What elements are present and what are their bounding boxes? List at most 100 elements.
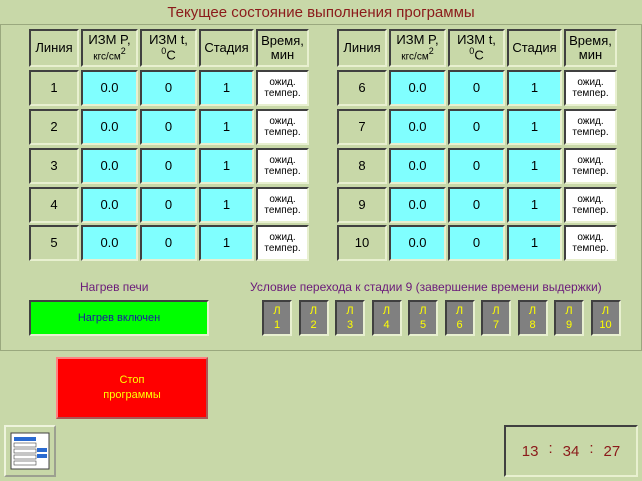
line-number: 8 (358, 157, 366, 173)
header-time-label: Время, (569, 32, 612, 48)
line-condition-lamp: Л 10 (590, 300, 621, 336)
line-number: 3 (50, 157, 58, 173)
pressure-value-cell: 0.0 (389, 187, 446, 223)
heating-status: Нагрев включен (29, 300, 209, 336)
clock-separator-1: : (548, 439, 553, 457)
header-line: Линия (337, 29, 387, 67)
temperature-value: 0 (472, 79, 481, 95)
lamp-prefix: Л (419, 305, 427, 317)
time-value: ожид. темпер. (572, 116, 609, 138)
clock-seconds: 27 (603, 442, 621, 460)
line-number-cell: 7 (337, 109, 387, 145)
pressure-value: 0.0 (408, 118, 427, 134)
header-stage-label: Стадия (512, 39, 557, 55)
stage-value-cell: 1 (507, 70, 562, 106)
temperature-value: 0 (472, 157, 481, 173)
lamp-prefix: Л (309, 305, 318, 317)
stop-program-button[interactable]: Стоп программы (56, 357, 208, 419)
time-value: ожид. темпер. (264, 232, 301, 254)
stage-value-cell: 1 (199, 225, 254, 261)
clock-minutes: 34 (562, 442, 580, 460)
time-value: ожид. темпер. (264, 116, 301, 138)
line-condition-lamp: Л5 (408, 300, 438, 336)
header-time: Время, мин (256, 29, 309, 67)
lamp-number: 7 (492, 319, 500, 331)
header-temperature-label: ИЗМ t, (149, 32, 188, 48)
menu-button[interactable] (4, 425, 56, 477)
temperature-value: 0 (164, 234, 173, 250)
temperature-value: 0 (472, 196, 481, 212)
header-line: Линия (29, 29, 79, 67)
header-time: Время, мин (564, 29, 617, 67)
line-number: 10 (354, 234, 370, 250)
header-pressure-unit: кгс/см (93, 51, 121, 63)
temperature-value-cell: 0 (448, 148, 505, 184)
lamp-number: 4 (383, 319, 390, 331)
stage-value-cell: 1 (199, 109, 254, 145)
stop-button-line1: Стоп (119, 373, 145, 386)
time-value-cell: ожид. темпер. (256, 148, 309, 184)
stage-value-cell: 1 (199, 148, 254, 184)
line-condition-lamp: Л8 (517, 300, 548, 336)
temperature-value-cell: 0 (140, 225, 197, 261)
pressure-value: 0.0 (100, 234, 119, 250)
lamp-prefix: Л (455, 305, 464, 317)
stage-value: 1 (530, 79, 539, 95)
time-value-cell: ожид. темпер. (256, 109, 309, 145)
lamp-prefix: Л (346, 305, 354, 317)
line-number-cell: 6 (337, 70, 387, 106)
line-number-cell: 9 (337, 187, 387, 223)
stage-value: 1 (530, 118, 539, 134)
line-number: 6 (358, 79, 366, 95)
time-value-cell: ожид. темпер. (256, 187, 309, 223)
pressure-value-cell: 0.0 (81, 109, 138, 145)
stage-value: 1 (530, 196, 539, 212)
lamp-prefix: Л (528, 305, 537, 317)
stage-value: 1 (530, 157, 539, 173)
line-condition-lamp: Л7 (481, 300, 511, 336)
temperature-value: 0 (472, 118, 481, 134)
header-stage: Стадия (199, 29, 254, 67)
line-number: 4 (50, 196, 58, 212)
stage-value: 1 (222, 196, 231, 212)
line-condition-lamp: Л1 (262, 300, 292, 336)
pressure-value-cell: 0.0 (81, 187, 138, 223)
line-number-cell: 3 (29, 148, 79, 184)
lamp-number: 1 (273, 319, 281, 331)
header-temperature-unit: С (166, 47, 176, 63)
header-pressure-label: ИЗМ P, (396, 32, 439, 48)
pressure-value-cell: 0.0 (389, 70, 446, 106)
clock-hours: 13 (521, 442, 539, 460)
line-number-cell: 4 (29, 187, 79, 223)
stage-value: 1 (222, 118, 231, 134)
lamp-prefix: Л (492, 305, 500, 317)
temperature-value-cell: 0 (140, 70, 197, 106)
pressure-value: 0.0 (408, 234, 427, 250)
line-condition-lamp: Л4 (371, 300, 402, 336)
time-value: ожид. темпер. (572, 77, 609, 99)
header-pressure-exp: 2 (120, 46, 126, 57)
header-stage: Стадия (507, 29, 562, 67)
pressure-value-cell: 0.0 (389, 148, 446, 184)
header-temperature-unit: С (474, 47, 484, 63)
lamp-prefix: Л (382, 305, 391, 317)
menu-list-icon (10, 432, 50, 470)
lamp-number: 8 (529, 319, 536, 331)
header-pressure-unit: кгс/см (401, 51, 429, 63)
time-value: ожид. темпер. (264, 194, 301, 216)
pressure-value: 0.0 (408, 79, 427, 95)
lamp-prefix: Л (565, 305, 573, 317)
line-number: 9 (358, 196, 366, 212)
clock: 13 : 34 : 27 (504, 425, 638, 477)
time-value-cell: ожид. темпер. (564, 225, 617, 261)
line-number-cell: 5 (29, 225, 79, 261)
line-number-cell: 10 (337, 225, 387, 261)
time-value: ожид. темпер. (264, 77, 301, 99)
line-condition-lamp: Л9 (554, 300, 584, 336)
pressure-value-cell: 0.0 (81, 225, 138, 261)
line-number-cell: 1 (29, 70, 79, 106)
temperature-value-cell: 0 (140, 109, 197, 145)
stage-value: 1 (222, 157, 231, 173)
header-pressure-exp: 2 (428, 46, 434, 57)
lamp-number: 5 (419, 319, 427, 331)
